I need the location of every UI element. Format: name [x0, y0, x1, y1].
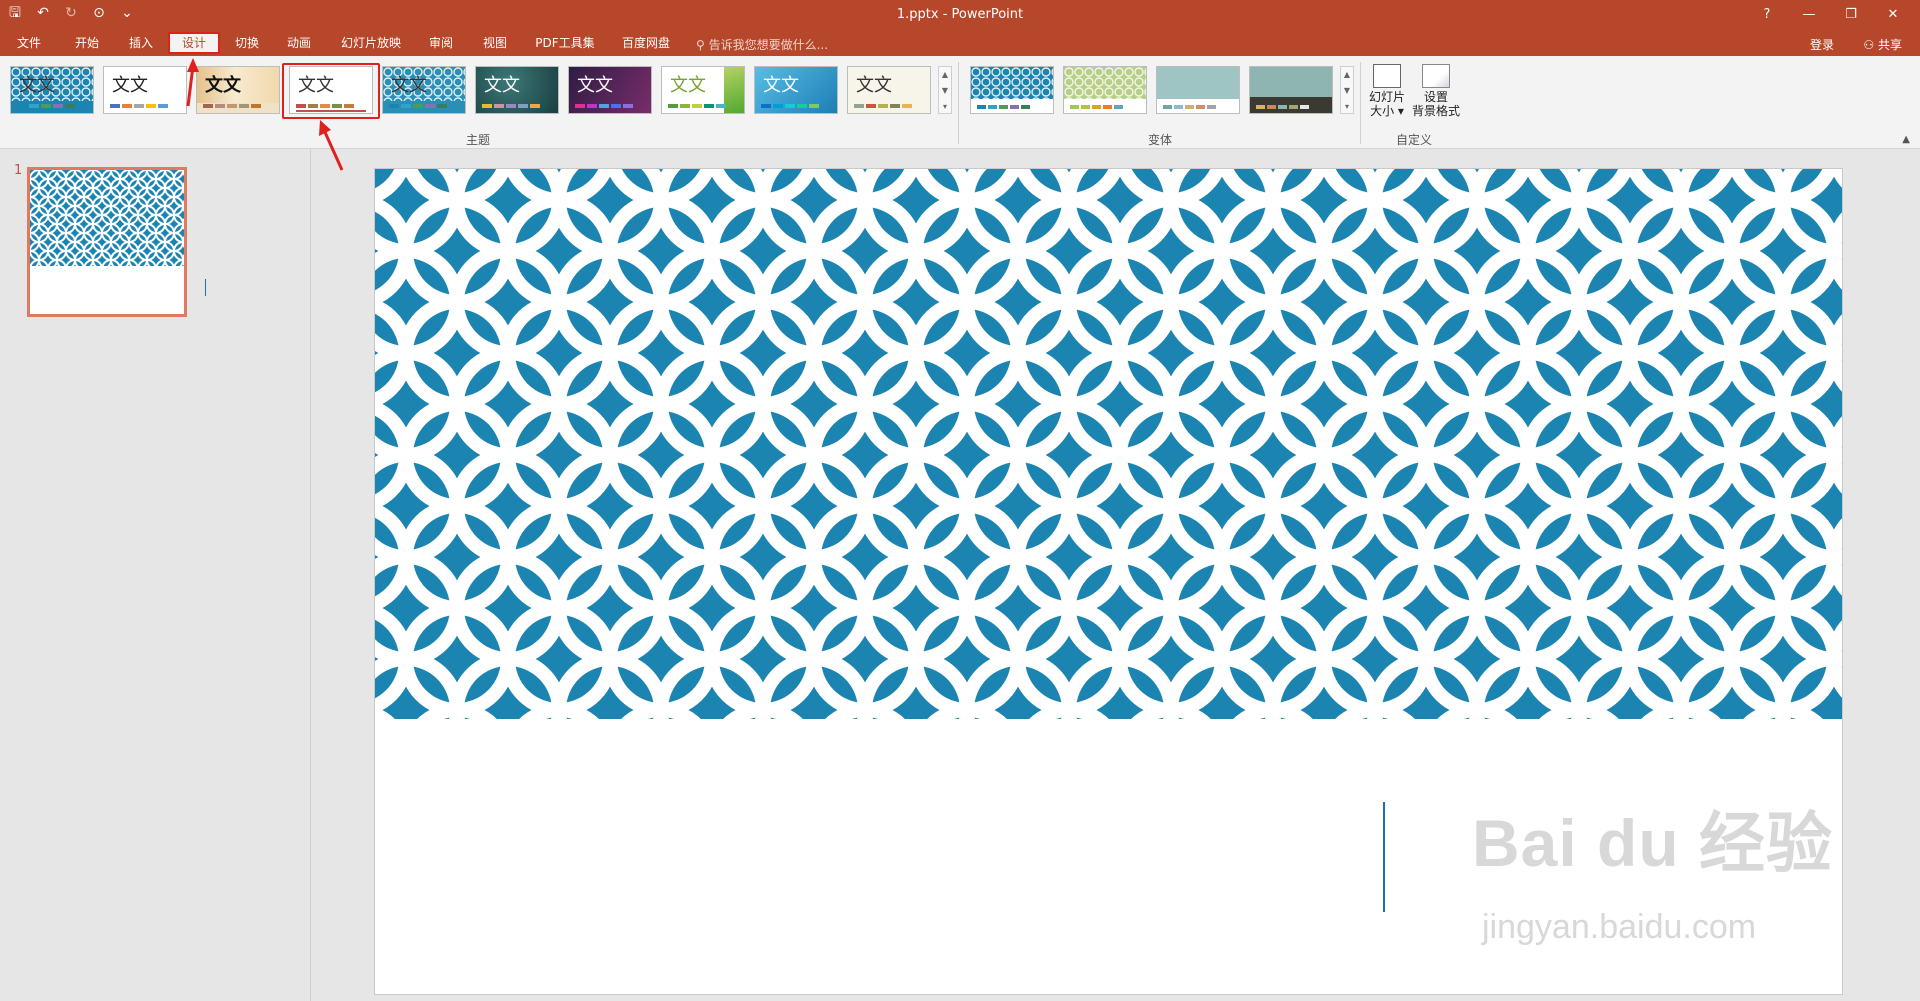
restore-button[interactable]: ❐ [1830, 3, 1872, 27]
minimize-button[interactable]: — [1788, 3, 1830, 27]
theme-thumbnail[interactable]: 文文 [475, 66, 559, 114]
theme-thumbnail[interactable]: 文文 [754, 66, 838, 114]
tab-slideshow[interactable]: 幻灯片放映 [336, 32, 406, 54]
tab-insert[interactable]: 插入 [124, 32, 158, 54]
tab-review[interactable]: 审阅 [424, 32, 458, 54]
tab-baidu-netdisk[interactable]: 百度网盘 [616, 32, 676, 54]
slide-size-button[interactable]: 幻灯片 大小 ▾ [1364, 64, 1410, 118]
theme-thumbnail[interactable]: 文文 [568, 66, 652, 114]
more-icon[interactable]: ▾ [1341, 99, 1353, 115]
tab-file[interactable]: 文件 [12, 32, 46, 54]
variant-pattern [971, 67, 1053, 99]
scroll-up-icon[interactable]: ▲ [939, 67, 951, 83]
sign-in-link[interactable]: 登录 [1810, 36, 1834, 53]
collapse-ribbon-icon[interactable]: ▲ [1902, 134, 1910, 145]
ribbon-tabs: 文件 开始 插入 设计 切换 动画 幻灯片放映 审阅 视图 PDF工具集 百度网… [0, 30, 1920, 56]
slide-thumbnails-pane: 1 [0, 149, 311, 1001]
baidu-watermark: Bai du 经验 jingyan.baidu.com [1472, 806, 1834, 946]
variant-thumbnail[interactable] [970, 66, 1054, 114]
close-button[interactable]: ✕ [1872, 3, 1914, 27]
variant-thumbnail[interactable] [1063, 66, 1147, 114]
theme-thumbnail[interactable]: 文文 [661, 66, 745, 114]
scroll-down-icon[interactable]: ▼ [1341, 83, 1353, 99]
text-cursor [1383, 802, 1385, 912]
theme-thumbnail[interactable]: 文文 [196, 66, 280, 114]
variant-thumbnail[interactable] [1156, 66, 1240, 114]
variants-group-label: 变体 [1148, 133, 1173, 147]
slide-background-pattern [375, 169, 1842, 719]
format-background-icon [1422, 64, 1450, 88]
title-bar: 🖫 ↶ ↻ ⊙ ⌄ 1.pptx - PowerPoint ? — ❐ ✕ [0, 0, 1920, 30]
scroll-down-icon[interactable]: ▼ [939, 83, 951, 99]
variant-pattern [1064, 67, 1146, 99]
person-icon: ⚇ [1863, 38, 1878, 52]
theme-thumbnail[interactable]: 文文 [382, 66, 466, 114]
theme-thumbnail[interactable]: 文文 [103, 66, 187, 114]
window-title: 1.pptx - PowerPoint [896, 7, 1024, 22]
window-controls: ? — ❐ ✕ [1746, 3, 1914, 27]
tell-me-search[interactable]: ⚲ 告诉我您想要做什么... [696, 36, 828, 53]
lightbulb-icon: ⚲ [696, 38, 709, 52]
variant-thumbnail[interactable] [1249, 66, 1333, 114]
theme-thumbnail[interactable]: 文文 [10, 66, 94, 114]
highlight-box [282, 63, 380, 119]
variant-gallery-scroll[interactable]: ▲ ▼ ▾ [1340, 66, 1354, 114]
design-ribbon: 文文 文文 文文 文文 文文 文文 文文 文文 文文 文文 ▲ ▼ ▾ 主题 ▲… [0, 56, 1920, 149]
red-arrow-icon [186, 58, 199, 107]
themes-group-label: 主题 [466, 133, 491, 147]
red-arrow-icon [319, 120, 344, 171]
tab-pdf-tools[interactable]: PDF工具集 [532, 32, 598, 54]
customize-group-label: 自定义 [1396, 133, 1433, 147]
theme-gallery-scroll[interactable]: ▲ ▼ ▾ [938, 66, 952, 114]
more-icon[interactable]: ▾ [939, 99, 951, 115]
tab-animations[interactable]: 动画 [282, 32, 316, 54]
scroll-up-icon[interactable]: ▲ [1341, 67, 1353, 83]
tab-design[interactable]: 设计 [168, 32, 220, 54]
thumbnail-text-cursor [205, 279, 206, 296]
tab-view[interactable]: 视图 [478, 32, 512, 54]
tab-transitions[interactable]: 切换 [230, 32, 264, 54]
share-button[interactable]: ⚇ 共享 [1863, 36, 1902, 53]
theme-thumbnail[interactable]: 文文 [847, 66, 931, 114]
format-background-button[interactable]: 设置 背景格式 [1410, 64, 1462, 118]
slide-thumbnail[interactable] [27, 167, 187, 317]
slide-number: 1 [14, 163, 23, 178]
tab-home[interactable]: 开始 [70, 32, 104, 54]
thumbnail-pattern [30, 170, 184, 266]
slide-size-icon [1373, 64, 1401, 88]
ribbon-display-options-button[interactable]: ? [1746, 3, 1788, 27]
